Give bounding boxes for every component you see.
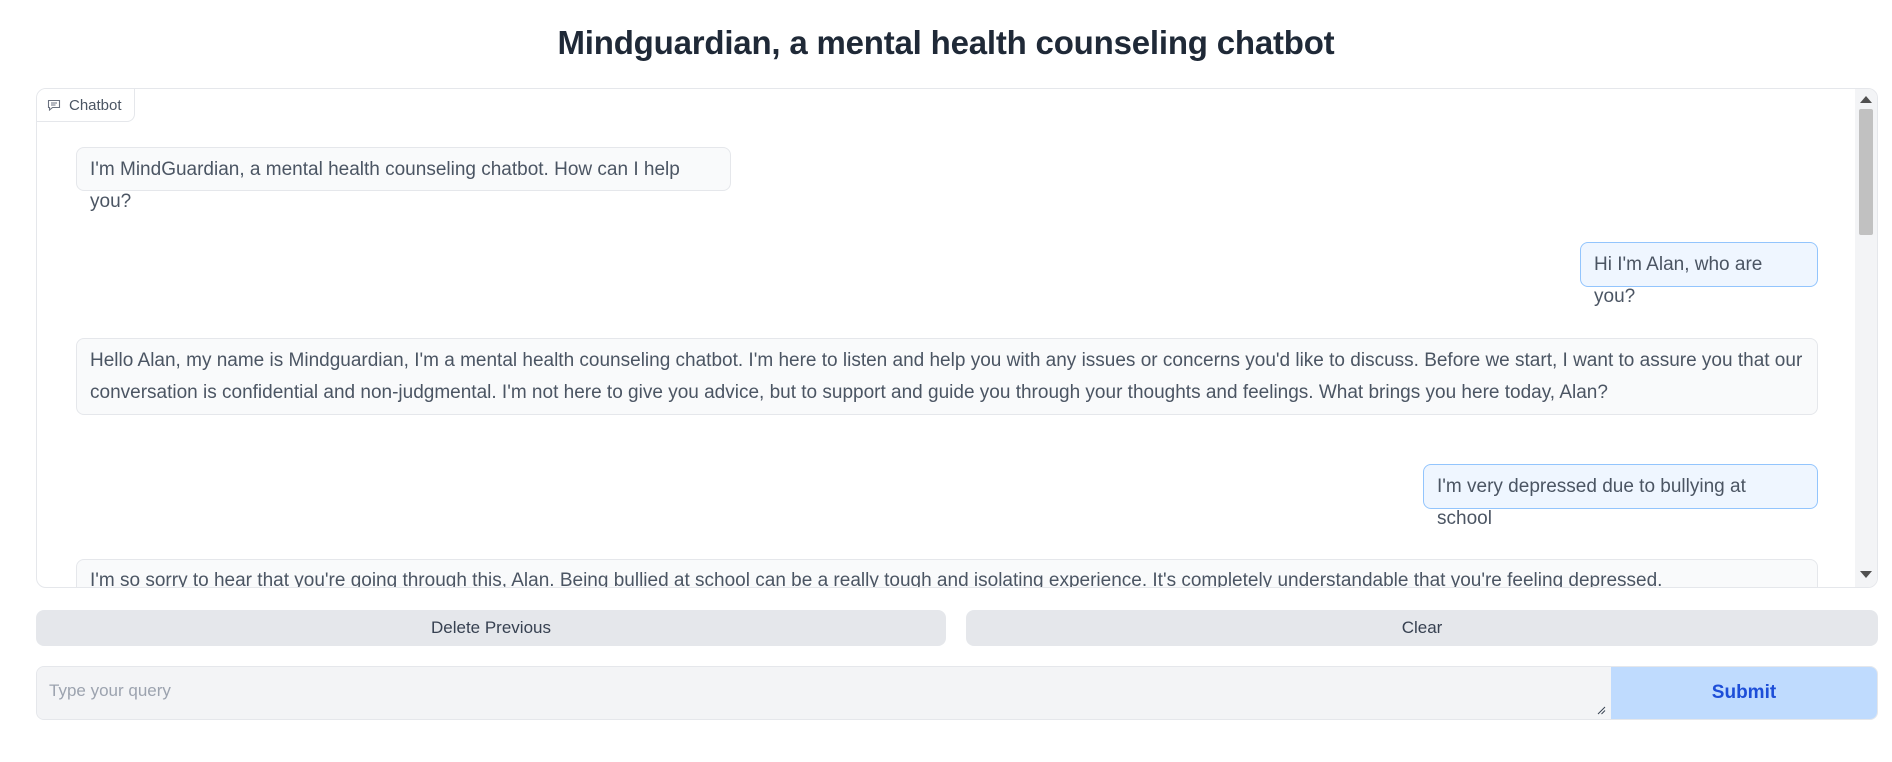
scroll-down-arrow-icon[interactable] xyxy=(1860,571,1872,578)
bot-message: I'm so sorry to hear that you're going t… xyxy=(76,559,1818,587)
query-form: Submit xyxy=(36,666,1878,720)
message-list[interactable]: I'm MindGuardian, a mental health counse… xyxy=(37,89,1855,587)
bot-message: Hello Alan, my name is Mindguardian, I'm… xyxy=(76,338,1818,415)
user-message: I'm very depressed due to bullying at sc… xyxy=(1423,464,1818,529)
chatbot-label: Chatbot xyxy=(37,89,135,122)
delete-previous-button[interactable]: Delete Previous xyxy=(36,610,946,646)
page-title: Mindguardian, a mental health counseling… xyxy=(557,24,1335,61)
query-input[interactable] xyxy=(37,667,1611,719)
user-message: Hi I'm Alan, who are you? xyxy=(1580,242,1818,307)
clear-button[interactable]: Clear xyxy=(966,610,1878,646)
chat-bubble-icon xyxy=(47,99,61,111)
chat-scrollbar[interactable] xyxy=(1855,89,1877,587)
chatbot-panel: Chatbot I'm MindGuardian, a mental healt… xyxy=(36,88,1878,588)
bot-message: I'm MindGuardian, a mental health counse… xyxy=(76,147,731,212)
scroll-up-arrow-icon[interactable] xyxy=(1860,96,1872,103)
scrollbar-thumb[interactable] xyxy=(1859,109,1873,235)
resize-handle-icon[interactable] xyxy=(1596,705,1606,715)
chatbot-label-text: Chatbot xyxy=(69,96,122,114)
submit-button[interactable]: Submit xyxy=(1611,667,1877,719)
